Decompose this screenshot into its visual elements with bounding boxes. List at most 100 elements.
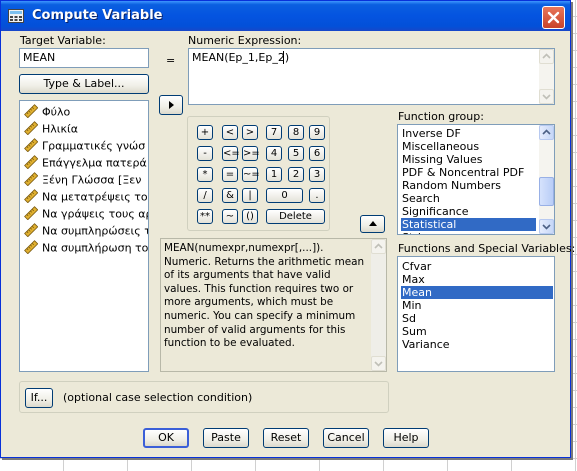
description-scrollbar[interactable] <box>371 239 386 371</box>
scroll-up-button[interactable] <box>539 125 554 140</box>
variable-list-item[interactable]: Να συμπλήρωση το <box>24 240 148 256</box>
target-variable-input[interactable]: MEAN <box>19 48 149 68</box>
function-description-box: MEAN(numexpr,numexpr[,...]). Numeric. Re… <box>160 238 387 372</box>
keypad-key[interactable]: <= <box>222 146 240 161</box>
function-group-item[interactable]: Miscellaneous <box>401 140 536 153</box>
keypad-key[interactable]: < <box>222 125 238 140</box>
expression-scrollbar[interactable] <box>539 49 554 104</box>
variable-name: Ξένη Γλώσσα [Ξεν <box>42 173 142 187</box>
function-item[interactable]: Sum <box>401 325 553 338</box>
function-group-item[interactable]: Inverse DF <box>401 127 536 140</box>
function-group-scrollbar[interactable] <box>539 125 554 234</box>
variable-list-item[interactable]: Επάγγελμα πατερά [Ε <box>24 155 148 172</box>
function-item[interactable]: Variance <box>401 338 553 351</box>
function-group-list[interactable]: Inverse DF Miscellaneous Missing Values PDF… <box>397 124 555 235</box>
variable-list-item[interactable]: Ηλικία <box>24 121 78 137</box>
keypad-key[interactable]: 3 <box>309 167 325 182</box>
function-item[interactable]: Max <box>401 273 553 286</box>
if-button[interactable]: If... <box>25 388 53 408</box>
keypad-key[interactable]: Delete <box>266 209 325 224</box>
variable-list-item[interactable]: Να γράψεις τους αρι <box>24 206 148 223</box>
keypad-key[interactable]: / <box>197 188 213 203</box>
title-bar[interactable]: Compute Variable <box>1 1 570 31</box>
variable-name: Να συμπλήρωση το <box>42 241 149 255</box>
keypad-key[interactable]: > <box>242 125 258 140</box>
function-description-text: MEAN(numexpr,numexpr[,...]). Numeric. Re… <box>164 242 365 350</box>
arrow-up-icon <box>542 53 551 59</box>
reset-button[interactable]: Reset <box>263 428 309 448</box>
variable-list-item[interactable]: Να συμπληρώσεις το <box>24 223 148 239</box>
ruler-icon <box>24 172 39 189</box>
scroll-down-button[interactable] <box>539 219 554 234</box>
arrow-down-icon <box>542 224 551 230</box>
arrow-up-icon <box>374 243 383 249</box>
arrow-up-icon <box>368 221 377 226</box>
function-group-item[interactable]: Statistical <box>401 218 536 231</box>
type-and-label-button[interactable]: Type & Label... <box>19 74 149 94</box>
move-function-up-button[interactable] <box>360 215 385 233</box>
ruler-icon <box>24 206 39 223</box>
cancel-button[interactable]: Cancel <box>323 428 369 448</box>
function-group-item[interactable]: Significance <box>401 205 536 218</box>
variable-list-item[interactable]: Φύλο <box>24 104 70 120</box>
keypad-key[interactable]: 0 <box>266 188 303 203</box>
scroll-down-button[interactable] <box>539 89 554 104</box>
functions-label: Functions and Special Variables: <box>398 242 576 255</box>
keypad-key[interactable]: | <box>242 188 258 203</box>
help-button[interactable]: Help <box>383 428 429 448</box>
function-group-item[interactable]: PDF & Noncentral PDF <box>401 166 536 179</box>
function-item[interactable]: Mean <box>401 286 553 299</box>
functions-list[interactable]: Cfvar Max Mean Min Sd Sum Variance <box>397 256 555 372</box>
function-item[interactable]: Sd <box>401 312 553 325</box>
case-selection-group: If... (optional case selection condition… <box>19 381 389 413</box>
variable-list-item[interactable]: Ξένη Γλώσσα [Ξεν <box>24 172 141 188</box>
keypad-key[interactable]: 2 <box>288 167 304 182</box>
ruler-icon <box>24 189 39 206</box>
target-variable-label: Target Variable: <box>20 34 106 47</box>
calculator-icon <box>8 9 24 23</box>
keypad-key[interactable]: 1 <box>266 167 282 182</box>
numeric-expression-input[interactable]: MEAN(Ep_1,Ep_2) <box>188 48 555 105</box>
keypad-key[interactable]: * <box>197 167 213 182</box>
keypad-key[interactable]: + <box>197 125 213 140</box>
keypad-key[interactable]: 8 <box>288 125 304 140</box>
function-group-item[interactable]: Search <box>401 192 536 205</box>
keypad-key[interactable]: ~= <box>242 167 260 182</box>
keypad-key[interactable]: >= <box>242 146 260 161</box>
keypad-key[interactable]: 5 <box>288 146 304 161</box>
scroll-up-button[interactable] <box>371 239 386 254</box>
variable-list-item[interactable]: Γραμματικές γνώσ <box>24 138 145 154</box>
ruler-icon <box>24 121 39 138</box>
numeric-expression-value: MEAN(Ep_1,Ep_2) <box>192 51 290 64</box>
scroll-thumb[interactable] <box>539 177 554 206</box>
keypad-key[interactable]: 6 <box>309 146 325 161</box>
variable-list-item[interactable]: Να μετατρέψεις το ε <box>24 189 148 206</box>
function-group-item[interactable]: Missing Values <box>401 153 536 166</box>
keypad-key[interactable]: ~ <box>222 209 238 224</box>
paste-button[interactable]: Paste <box>203 428 249 448</box>
keypad-key[interactable]: 7 <box>266 125 282 140</box>
keypad-key[interactable]: 4 <box>266 146 282 161</box>
keypad-key[interactable]: . <box>309 188 325 203</box>
ruler-icon <box>24 138 39 155</box>
close-button[interactable] <box>542 6 565 29</box>
keypad-key[interactable]: 9 <box>309 125 325 140</box>
keypad-key[interactable]: & <box>222 188 238 203</box>
variable-name: Ηλικία <box>42 122 78 136</box>
equals-sign: = <box>166 54 176 67</box>
function-item[interactable]: Min <box>401 299 553 312</box>
variable-name: Επάγγελμα πατερά [Ε <box>42 156 148 170</box>
function-group-item[interactable]: Random Numbers <box>401 179 536 192</box>
keypad-key[interactable]: = <box>222 167 238 182</box>
keypad-key[interactable]: ** <box>197 209 213 224</box>
keypad-key[interactable]: - <box>197 146 213 161</box>
ok-button[interactable]: OK <box>143 428 189 448</box>
variable-list[interactable]: Φύλο Ηλικία Γραμματικές γνώσ Επάγγελμα πατε… <box>19 100 149 372</box>
keypad-key[interactable]: () <box>242 209 258 224</box>
scroll-down-button[interactable] <box>371 356 386 371</box>
scroll-up-button[interactable] <box>539 49 554 64</box>
function-item[interactable]: Cfvar <box>401 260 553 273</box>
function-group-item[interactable]: String <box>401 231 536 234</box>
ruler-icon <box>24 155 39 172</box>
move-variable-button[interactable] <box>159 95 183 115</box>
